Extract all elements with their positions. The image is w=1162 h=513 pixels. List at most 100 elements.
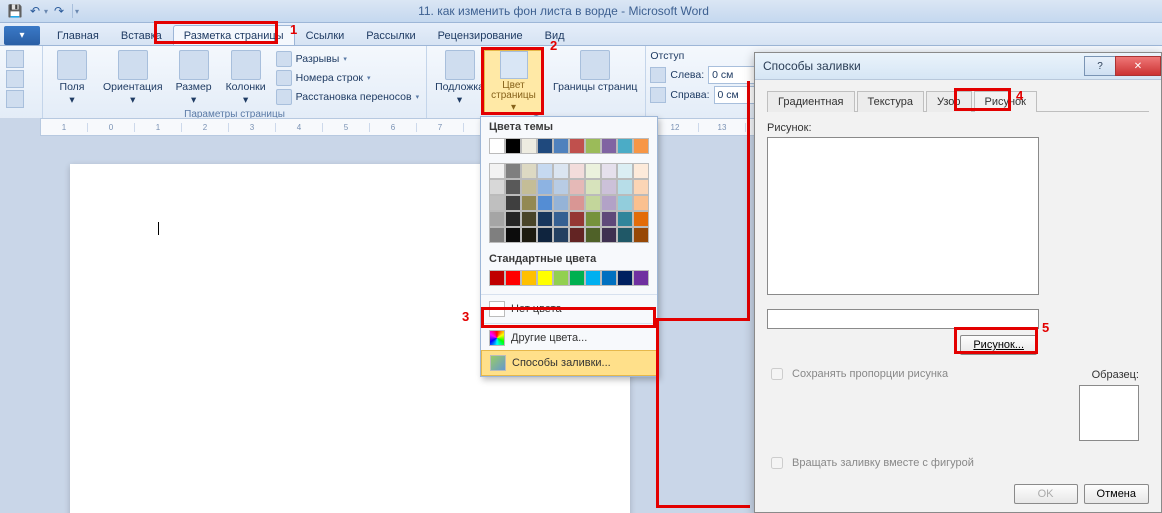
color-swatch[interactable]	[601, 163, 617, 179]
rotate-fill-checkbox[interactable]: Вращать заливку вместе с фигурой	[767, 454, 974, 472]
color-swatch[interactable]	[505, 163, 521, 179]
color-swatch[interactable]	[489, 227, 505, 243]
color-swatch[interactable]	[537, 227, 553, 243]
color-swatch[interactable]	[553, 227, 569, 243]
tab-pattern[interactable]: Узор	[926, 91, 972, 112]
tab-picture[interactable]: Рисунок	[974, 91, 1038, 112]
orientation-button[interactable]: Ориентация▾	[99, 48, 167, 108]
save-icon[interactable]: 💾	[6, 2, 24, 20]
margins-button[interactable]: Поля▾	[47, 48, 97, 108]
color-swatch[interactable]	[617, 227, 633, 243]
color-swatch[interactable]	[489, 195, 505, 211]
tab-references[interactable]: Ссылки	[295, 25, 356, 45]
no-color-item[interactable]: Нет цвета	[481, 297, 657, 321]
color-swatch[interactable]	[585, 195, 601, 211]
color-swatch[interactable]	[521, 163, 537, 179]
close-icon[interactable]: ✕	[1115, 56, 1161, 76]
tab-page-layout[interactable]: Разметка страницы	[173, 25, 295, 45]
color-swatch[interactable]	[537, 195, 553, 211]
more-colors-item[interactable]: Другие цвета...	[481, 326, 657, 350]
color-swatch[interactable]	[489, 179, 505, 195]
color-swatch[interactable]	[633, 138, 649, 154]
color-swatch[interactable]	[585, 270, 601, 286]
color-swatch[interactable]	[537, 179, 553, 195]
color-swatch[interactable]	[569, 163, 585, 179]
color-swatch[interactable]	[553, 179, 569, 195]
horizontal-ruler[interactable]: 1012345678910111213141516	[40, 118, 822, 136]
tab-review[interactable]: Рецензирование	[427, 25, 534, 45]
color-swatch[interactable]	[601, 270, 617, 286]
color-swatch[interactable]	[521, 227, 537, 243]
color-swatch[interactable]	[617, 163, 633, 179]
tab-texture[interactable]: Текстура	[857, 91, 924, 112]
color-swatch[interactable]	[617, 195, 633, 211]
color-swatch[interactable]	[601, 195, 617, 211]
redo-icon[interactable]: ↷	[50, 2, 68, 20]
color-swatch[interactable]	[633, 270, 649, 286]
color-swatch[interactable]	[633, 195, 649, 211]
color-swatch[interactable]	[633, 211, 649, 227]
color-swatch[interactable]	[489, 270, 505, 286]
ok-button[interactable]: OK	[1014, 484, 1078, 504]
color-swatch[interactable]	[569, 179, 585, 195]
color-swatch[interactable]	[585, 211, 601, 227]
columns-button[interactable]: Колонки▾	[221, 48, 271, 108]
page-color-button[interactable]: Цвет страницы ▾	[484, 50, 543, 114]
color-swatch[interactable]	[633, 179, 649, 195]
color-swatch[interactable]	[585, 179, 601, 195]
color-swatch[interactable]	[585, 163, 601, 179]
color-swatch[interactable]	[601, 179, 617, 195]
color-swatch[interactable]	[585, 227, 601, 243]
color-swatch[interactable]	[601, 211, 617, 227]
color-swatch[interactable]	[505, 179, 521, 195]
color-swatch[interactable]	[553, 195, 569, 211]
color-swatch[interactable]	[521, 179, 537, 195]
theme-colors-icon[interactable]	[6, 70, 24, 88]
color-swatch[interactable]	[617, 211, 633, 227]
tab-mailings[interactable]: Рассылки	[355, 25, 426, 45]
color-swatch[interactable]	[569, 270, 585, 286]
color-swatch[interactable]	[537, 270, 553, 286]
color-swatch[interactable]	[521, 195, 537, 211]
select-picture-button[interactable]: Рисунок...	[960, 335, 1037, 355]
color-swatch[interactable]	[553, 163, 569, 179]
tab-gradient[interactable]: Градиентная	[767, 91, 855, 112]
color-swatch[interactable]	[489, 138, 505, 154]
color-swatch[interactable]	[633, 227, 649, 243]
color-swatch[interactable]	[553, 138, 569, 154]
tab-home[interactable]: Главная	[46, 25, 110, 45]
color-swatch[interactable]	[585, 138, 601, 154]
color-swatch[interactable]	[553, 270, 569, 286]
qat-customize-icon[interactable]: ▾	[75, 7, 79, 16]
color-swatch[interactable]	[505, 195, 521, 211]
color-swatch[interactable]	[505, 270, 521, 286]
color-swatch[interactable]	[521, 211, 537, 227]
color-swatch[interactable]	[569, 138, 585, 154]
color-swatch[interactable]	[505, 227, 521, 243]
color-swatch[interactable]	[537, 163, 553, 179]
color-swatch[interactable]	[521, 138, 537, 154]
tab-file[interactable]: ▾	[4, 26, 40, 45]
tab-insert[interactable]: Вставка	[110, 25, 173, 45]
fill-effects-item[interactable]: Способы заливки...	[481, 350, 657, 376]
color-swatch[interactable]	[617, 179, 633, 195]
color-swatch[interactable]	[505, 138, 521, 154]
color-swatch[interactable]	[537, 211, 553, 227]
theme-fonts-icon[interactable]	[6, 90, 24, 108]
hyphenation-button[interactable]: Расстановка переносов ▾	[273, 88, 422, 106]
watermark-button[interactable]: Подложка▾	[431, 48, 488, 108]
color-swatch[interactable]	[569, 195, 585, 211]
color-swatch[interactable]	[601, 138, 617, 154]
color-swatch[interactable]	[553, 211, 569, 227]
color-swatch[interactable]	[537, 138, 553, 154]
cancel-button[interactable]: Отмена	[1084, 484, 1149, 504]
dialog-titlebar[interactable]: Способы заливки ? ✕	[755, 53, 1161, 80]
color-swatch[interactable]	[617, 138, 633, 154]
undo-icon[interactable]: ↶	[26, 2, 44, 20]
color-swatch[interactable]	[633, 163, 649, 179]
color-swatch[interactable]	[617, 270, 633, 286]
color-swatch[interactable]	[505, 211, 521, 227]
size-button[interactable]: Размер▾	[169, 48, 219, 108]
line-numbers-button[interactable]: Номера строк ▾	[273, 69, 422, 87]
breaks-button[interactable]: Разрывы ▾	[273, 50, 422, 68]
